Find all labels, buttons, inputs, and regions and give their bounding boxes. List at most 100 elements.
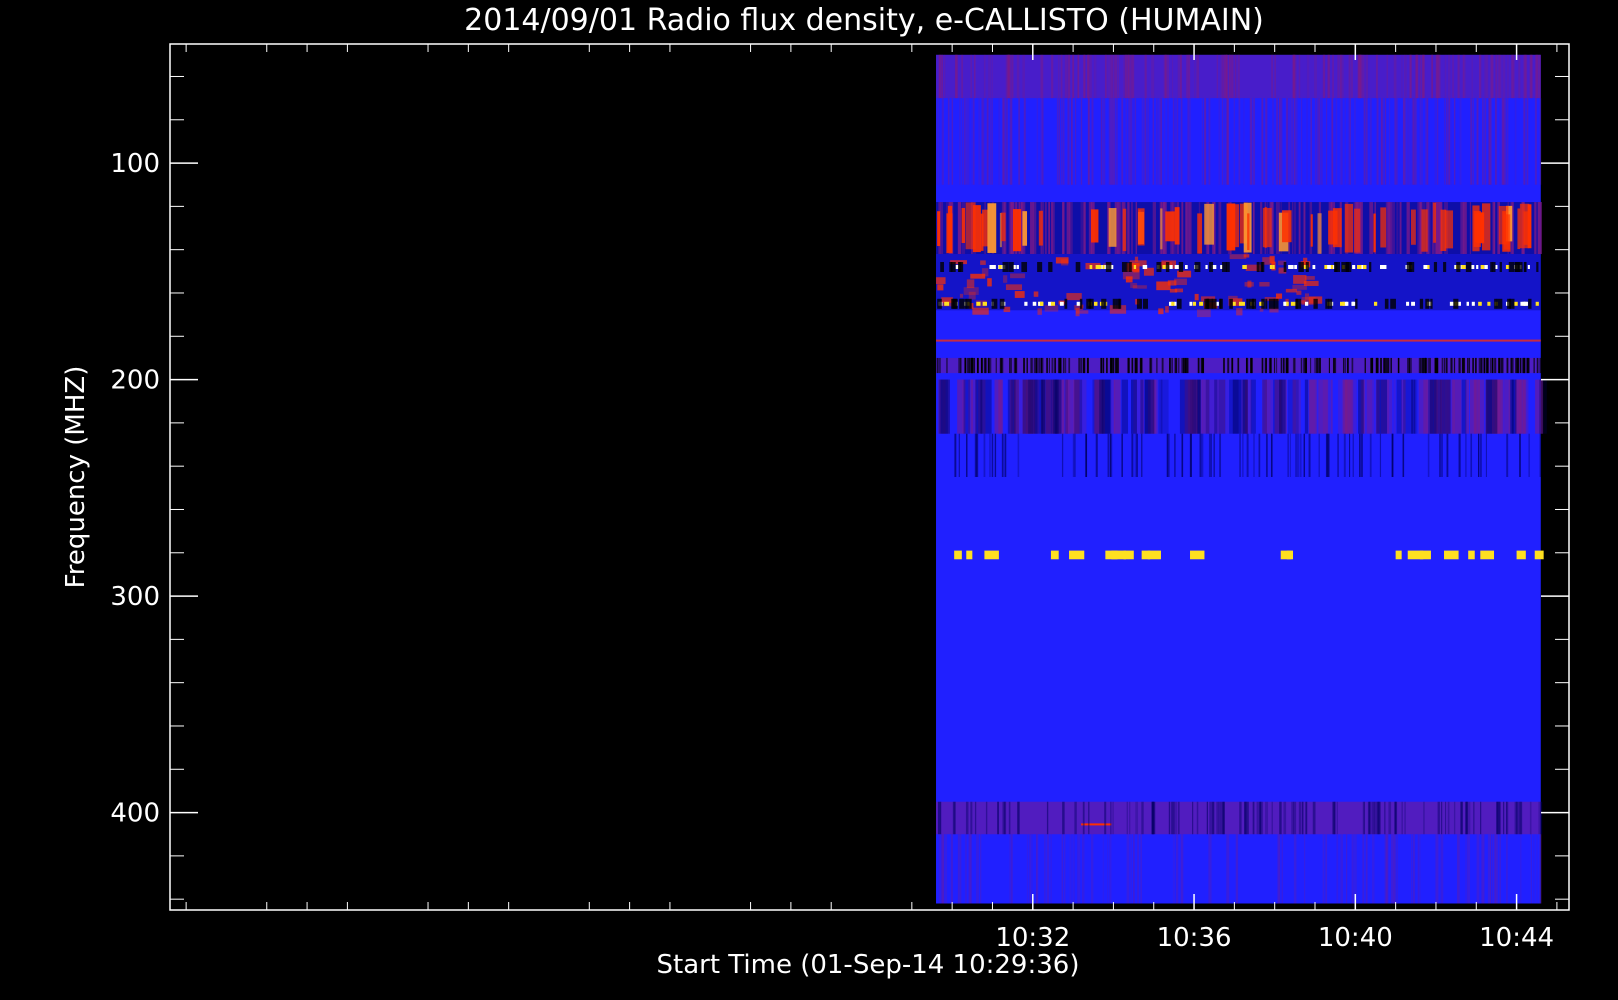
- streak: [970, 357, 972, 374]
- dot: [1242, 264, 1247, 269]
- streak: [1490, 54, 1494, 99]
- streak: [1062, 801, 1065, 835]
- streak: [1434, 98, 1437, 185]
- streak: [1444, 357, 1446, 374]
- streak: [1243, 98, 1245, 185]
- streak: [1339, 54, 1342, 99]
- streak: [983, 433, 986, 477]
- streak: [970, 54, 972, 99]
- streak: [1075, 98, 1077, 185]
- streak: [1465, 801, 1468, 835]
- streak: [1042, 98, 1044, 185]
- streak: [1113, 98, 1116, 185]
- streak: [1396, 379, 1402, 434]
- streak: [1078, 357, 1081, 374]
- streak: [1407, 98, 1409, 185]
- streak: [1001, 357, 1004, 374]
- band-purple-red-line: [1081, 823, 1112, 826]
- burst: [946, 213, 953, 253]
- streak: [1422, 54, 1425, 99]
- burst: [1433, 202, 1437, 243]
- dark-dot: [952, 298, 958, 309]
- burst: [1165, 211, 1175, 242]
- streak: [1228, 54, 1231, 99]
- burst: [1354, 208, 1361, 253]
- streak: [1180, 98, 1183, 185]
- patch: [936, 277, 946, 285]
- streak: [1318, 98, 1321, 185]
- dot: [1024, 301, 1028, 306]
- streak: [953, 801, 956, 835]
- dark-dot: [1248, 298, 1255, 309]
- streak: [1298, 202, 1301, 255]
- streak: [1231, 54, 1234, 99]
- streak: [1271, 54, 1273, 99]
- streak: [1017, 801, 1020, 835]
- streak: [1316, 357, 1319, 374]
- streak: [1265, 357, 1267, 374]
- streak: [1260, 801, 1262, 835]
- streak: [1308, 433, 1311, 477]
- streak: [1029, 834, 1033, 904]
- patch: [1229, 254, 1247, 260]
- streak: [1375, 98, 1378, 185]
- dot: [1449, 301, 1454, 306]
- streak: [987, 98, 989, 185]
- burst: [1411, 209, 1416, 245]
- streak: [1316, 98, 1319, 185]
- streak: [975, 379, 983, 434]
- streak: [1343, 433, 1346, 477]
- streak: [1141, 98, 1144, 185]
- patch: [937, 284, 944, 291]
- streak: [1369, 98, 1372, 185]
- streak: [974, 433, 977, 477]
- streak: [1392, 202, 1395, 255]
- dot: [1059, 301, 1064, 306]
- dot: [1471, 264, 1475, 269]
- dot: [1423, 264, 1428, 269]
- streak: [1441, 433, 1443, 477]
- streak: [1303, 433, 1305, 477]
- dark-dot: [1425, 298, 1430, 309]
- band-purple: [936, 801, 1541, 835]
- streak: [1071, 98, 1073, 185]
- streak: [1294, 357, 1296, 374]
- streak: [1135, 202, 1138, 255]
- streak: [1386, 54, 1388, 99]
- streak: [1293, 202, 1297, 255]
- streak: [1279, 98, 1281, 185]
- streak: [1297, 433, 1299, 477]
- streak: [1414, 379, 1418, 434]
- dot: [1380, 264, 1385, 269]
- streak: [939, 202, 944, 255]
- streak: [1306, 54, 1310, 99]
- streak: [1523, 357, 1526, 374]
- streak: [1379, 433, 1382, 477]
- dot: [1097, 264, 1102, 269]
- y-tick-label: 300: [110, 582, 160, 612]
- streak: [1506, 54, 1509, 99]
- dark-dot: [1265, 298, 1268, 309]
- dash: [1516, 550, 1526, 560]
- streak: [1178, 357, 1180, 374]
- streak: [1333, 801, 1337, 835]
- patch: [1275, 293, 1283, 299]
- streak: [1339, 98, 1342, 185]
- streak: [1524, 98, 1526, 185]
- streak: [1461, 379, 1467, 434]
- streak: [1514, 98, 1517, 185]
- streak: [1133, 98, 1135, 185]
- dark-dot: [991, 298, 998, 309]
- streak: [1036, 98, 1038, 185]
- streak: [936, 357, 939, 374]
- streak: [1165, 54, 1167, 99]
- streak: [1016, 54, 1020, 99]
- streak: [938, 834, 940, 904]
- streak: [1046, 801, 1049, 835]
- streak: [1452, 54, 1455, 99]
- streak: [1112, 54, 1115, 99]
- streak: [1100, 98, 1103, 185]
- streak: [1233, 98, 1235, 185]
- dark-dot: [1105, 261, 1112, 272]
- streak: [1491, 834, 1494, 904]
